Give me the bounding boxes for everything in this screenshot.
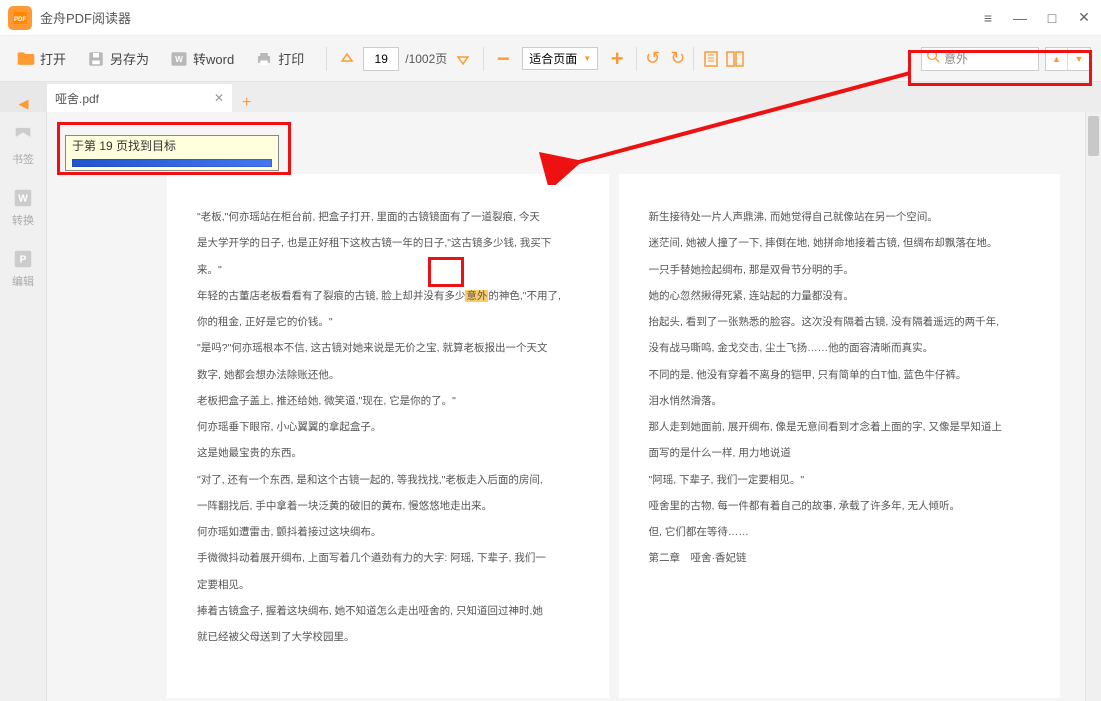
print-button[interactable]: 打印 (248, 45, 310, 73)
svg-text:W: W (175, 55, 183, 64)
main-area: 书签 W 转换 P 编辑 "老板,"何亦瑶站在柜台前, 把盒子打开, 里面的古镜… (0, 112, 1101, 701)
folder-icon (16, 49, 36, 69)
tab-label: 哑舍.pdf (55, 90, 99, 107)
minimize-button[interactable]: — (1011, 9, 1029, 27)
search-result-tooltip: 于第 19 页找到目标 (65, 135, 279, 171)
page-input[interactable] (363, 47, 399, 71)
scroll-thumb[interactable] (1088, 116, 1099, 156)
zoom-select[interactable]: 适合页面 ▼ (522, 47, 598, 70)
save-icon (86, 49, 106, 69)
to-word-label: 转word (193, 49, 234, 68)
svg-text:PDF: PDF (14, 17, 26, 23)
sidebar-edit-label: 编辑 (12, 273, 34, 289)
app-title: 金舟PDF阅读器 (40, 8, 979, 27)
close-button[interactable]: ✕ (1075, 9, 1093, 27)
page-left: "老板,"何亦瑶站在柜台前, 把盒子打开, 里面的古镜镜面有了一道裂痕, 今天是… (167, 174, 609, 698)
page-total: /1002页 (405, 50, 447, 67)
document-area: "老板,"何亦瑶站在柜台前, 把盒子打开, 里面的古镜镜面有了一道裂痕, 今天是… (47, 112, 1101, 701)
chevron-down-icon: ▼ (583, 54, 591, 63)
tab-add-button[interactable]: + (232, 94, 261, 112)
rotate-left-button[interactable]: ↺ (645, 48, 660, 69)
app-icon: PDF (8, 6, 32, 30)
titlebar: PDF 金舟PDF阅读器 ≡ — □ ✕ (0, 0, 1101, 36)
page-right: 新生接待处一片人声鼎沸, 而她觉得自己就像站在另一个空间。迷茫间, 她被人撞了一… (619, 174, 1061, 698)
single-page-view-button[interactable] (702, 50, 720, 68)
search-box[interactable] (921, 47, 1039, 71)
tabbar: ◀ 哑舍.pdf ✕ + (0, 82, 1101, 112)
tooltip-text: 于第 19 页找到目标 (72, 139, 272, 155)
search-icon (926, 49, 940, 68)
zoom-label: 适合页面 (529, 50, 577, 67)
rotate-right-button[interactable]: ↻ (670, 48, 685, 69)
search-input[interactable] (944, 52, 1034, 66)
maximize-button[interactable]: □ (1043, 9, 1061, 27)
tab-close-button[interactable]: ✕ (214, 91, 224, 105)
word-icon: W (169, 49, 189, 69)
save-as-label: 另存为 (110, 49, 149, 68)
save-as-button[interactable]: 另存为 (80, 45, 155, 73)
window-controls: ≡ — □ ✕ (979, 9, 1093, 27)
page-nav: /1002页 (335, 47, 475, 71)
two-page-view-button[interactable] (726, 50, 744, 68)
open-label: 打开 (40, 49, 66, 68)
to-word-button[interactable]: W 转word (163, 45, 240, 73)
svg-text:W: W (18, 194, 28, 205)
open-button[interactable]: 打开 (10, 45, 72, 73)
sidebar-convert-label: 转换 (12, 212, 34, 228)
sidebar: 书签 W 转换 P 编辑 (0, 112, 47, 701)
zoom-in-button[interactable]: + (606, 46, 628, 72)
zoom-out-button[interactable]: − (492, 46, 514, 72)
sidebar-bookmark-label: 书签 (12, 151, 34, 167)
sidebar-bookmark-button[interactable]: 书签 (12, 126, 34, 167)
page-up-button[interactable] (335, 47, 359, 71)
toolbar: 打开 另存为 W 转word 打印 /1002页 − 适合页面 ▼ + ↺ ↻ (0, 36, 1101, 82)
print-label: 打印 (278, 49, 304, 68)
svg-text:P: P (20, 255, 27, 266)
page-down-button[interactable] (451, 47, 475, 71)
tooltip-progress (72, 159, 272, 167)
document-tab[interactable]: 哑舍.pdf ✕ (47, 84, 232, 112)
sidebar-edit-button[interactable]: P 编辑 (12, 248, 34, 289)
collapse-sidebar-button[interactable]: ◀ (0, 96, 47, 112)
search-nav: ▲ ▼ (1045, 47, 1091, 71)
search-prev-button[interactable]: ▲ (1046, 48, 1068, 70)
menu-button[interactable]: ≡ (979, 9, 997, 27)
search-next-button[interactable]: ▼ (1068, 48, 1090, 70)
sidebar-convert-button[interactable]: W 转换 (12, 187, 34, 228)
vertical-scrollbar[interactable] (1085, 112, 1101, 701)
print-icon (254, 49, 274, 69)
